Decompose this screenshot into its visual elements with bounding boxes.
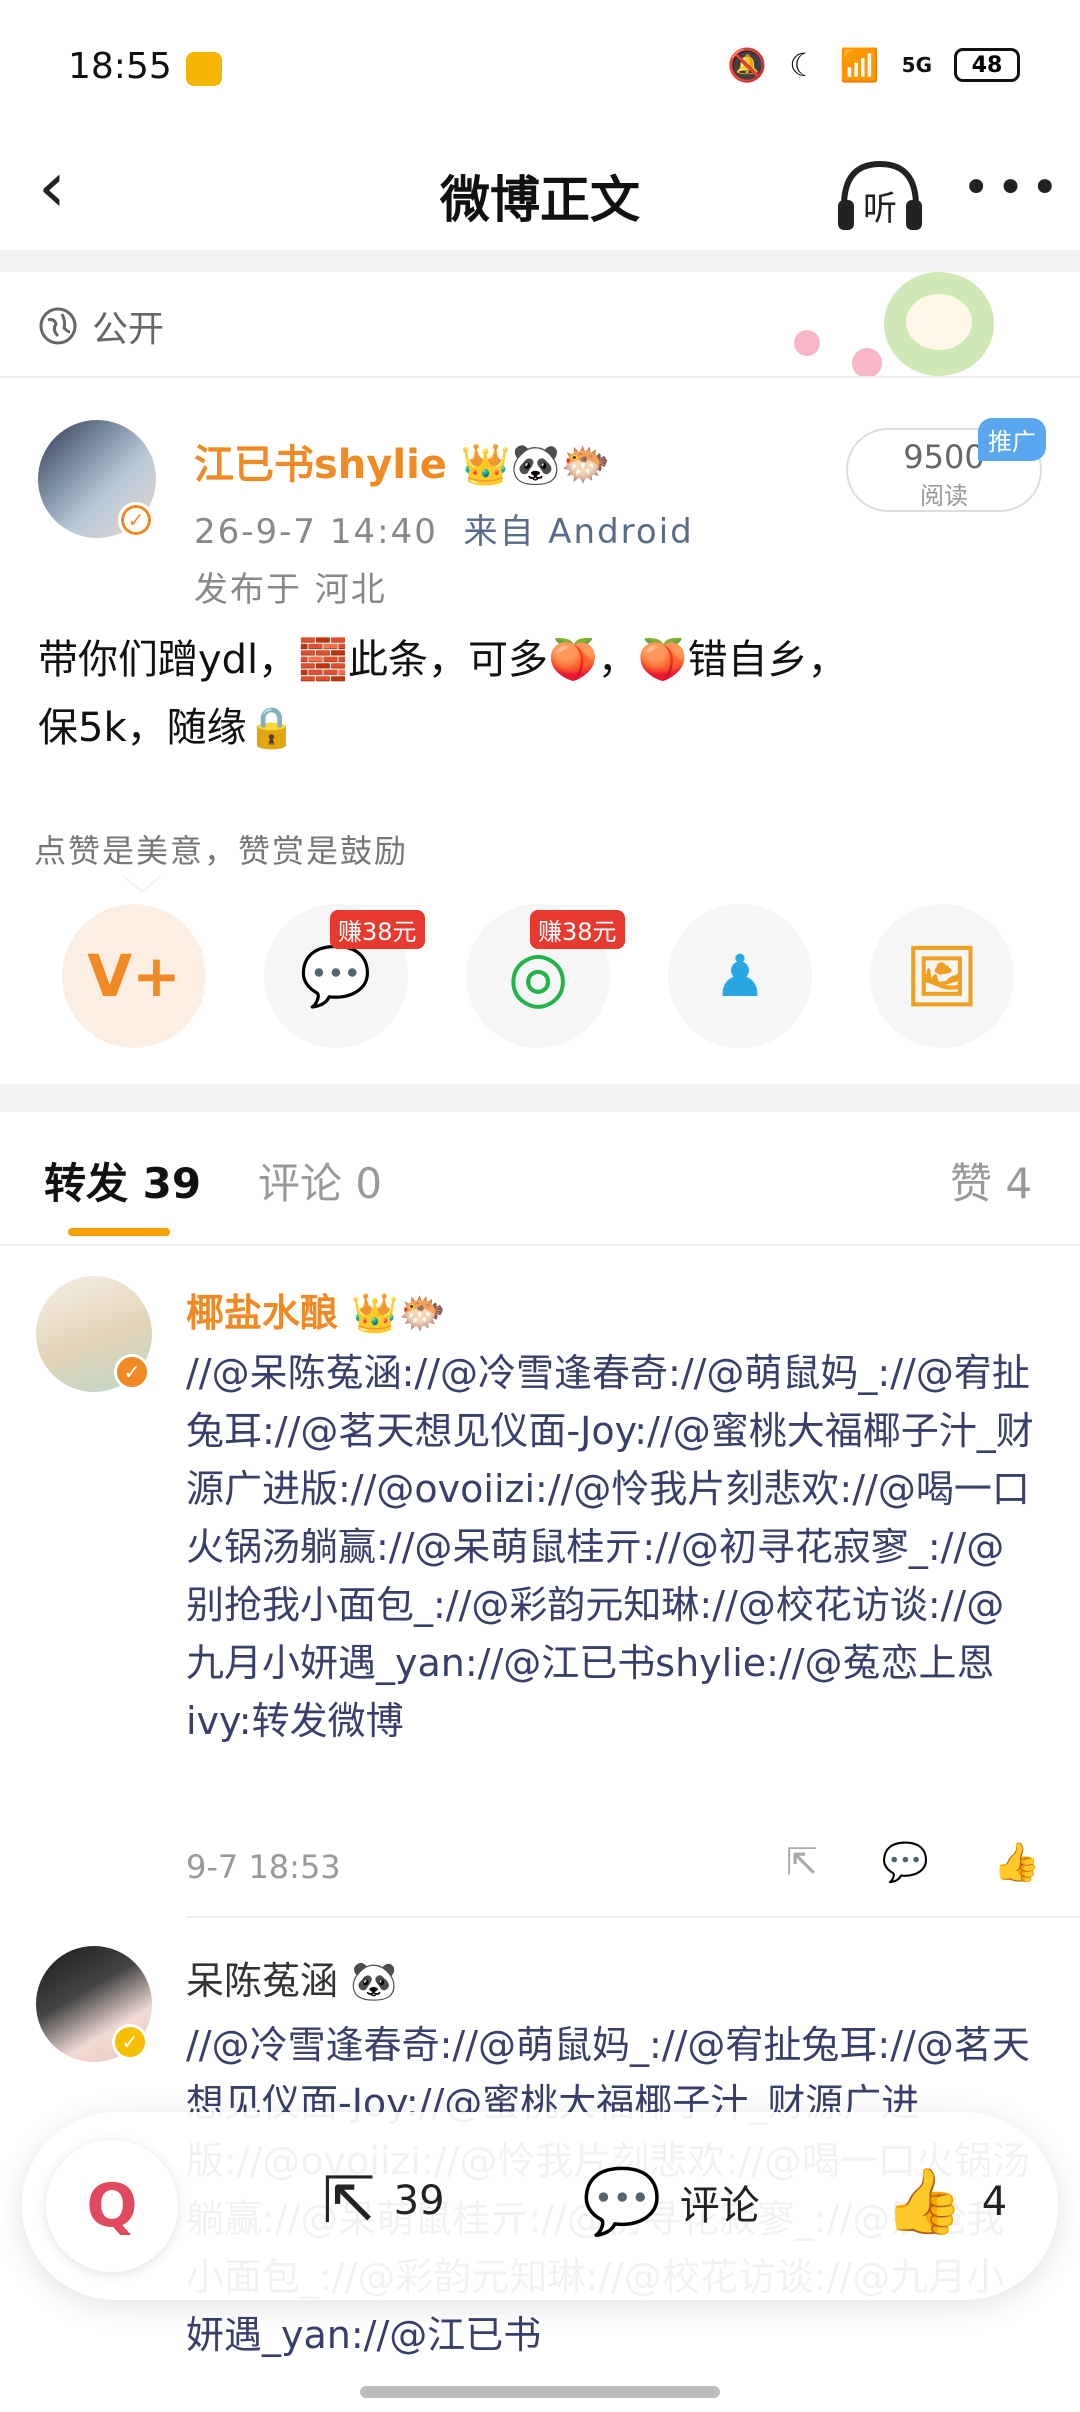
more-icon[interactable]: ••• bbox=[962, 160, 1065, 216]
reward-hint: 点赞是美意，赞赏是鼓励 bbox=[34, 832, 409, 870]
save-image-button[interactable]: 🖼 bbox=[870, 904, 1014, 1048]
user-badges: 🐼 bbox=[350, 1959, 398, 2003]
repost-text: //@呆陈菟涵://@冷雪逢春奇://@萌鼠妈_://@宥扯兔耳://@茗天想见… bbox=[186, 1351, 1034, 1743]
post-meta: 26-9-7 14:40 来自 Android bbox=[194, 504, 694, 553]
hint-pointer bbox=[122, 874, 162, 890]
mute-icon: 🔕 bbox=[727, 46, 768, 84]
qq-share-button[interactable]: ♟ bbox=[668, 904, 812, 1048]
repost-actions: ⇱ 💬 👍 bbox=[786, 1840, 1041, 1885]
status-bar: 18:55 🔕 ☾ 📶 5G 48 bbox=[0, 0, 1080, 130]
mascot-decoration bbox=[884, 272, 994, 376]
wifi-icon: 📶 bbox=[839, 46, 880, 84]
tab-like[interactable]: 赞 4 bbox=[950, 1150, 1032, 1211]
search-icon: Q bbox=[86, 2171, 138, 2241]
post-content: 带你们蹭ydl，🧱此条，可多🍑，🍑错自乡， 保5k，随缘🔒 bbox=[38, 626, 1038, 762]
verified-badge: ✓ bbox=[114, 1354, 150, 1390]
like-count: 4 bbox=[981, 2178, 1008, 2225]
earn-badge: 赚38元 bbox=[530, 910, 625, 949]
like-icon[interactable]: 👍 bbox=[993, 1840, 1040, 1885]
home-indicator bbox=[360, 2386, 720, 2398]
verified-badge: ✓ bbox=[118, 502, 154, 538]
repost-username[interactable]: 椰盐水酿 👑🐡 bbox=[186, 1282, 446, 1337]
like-icon: 👍 bbox=[884, 2165, 964, 2239]
visibility-row: 公开 bbox=[38, 300, 164, 352]
post-content-line: 带你们蹭ydl，🧱此条，可多🍑，🍑错自乡， bbox=[38, 637, 848, 683]
petal-decoration bbox=[852, 348, 882, 378]
comment-button[interactable]: 💬 评论 bbox=[582, 2164, 760, 2239]
reward-icon: V+ bbox=[87, 942, 181, 1010]
reads-label: 阅读 bbox=[920, 482, 968, 510]
section-gap bbox=[0, 250, 1080, 272]
post-content-line: 保5k，随缘🔒 bbox=[38, 705, 297, 751]
globe-icon bbox=[39, 307, 77, 345]
wechat-icon: 💬 bbox=[299, 941, 373, 1010]
status-time: 18:55 bbox=[68, 46, 172, 87]
comment-icon: 💬 bbox=[582, 2165, 662, 2239]
tab-repost[interactable]: 转发 39 bbox=[44, 1150, 201, 1211]
reward-button[interactable]: V+ bbox=[62, 904, 206, 1048]
divider bbox=[0, 376, 1080, 378]
post-time: 26-9-7 14:40 bbox=[194, 512, 438, 552]
network-label: 5G bbox=[901, 53, 932, 77]
petal-decoration bbox=[794, 330, 820, 356]
listen-label: 听 bbox=[863, 189, 897, 229]
like-button[interactable]: 👍 4 bbox=[884, 2164, 1007, 2239]
listen-button[interactable]: 听 bbox=[836, 158, 924, 236]
crown-badge-icon: 👑 bbox=[460, 442, 511, 488]
save-image-icon: 🖼 bbox=[905, 941, 979, 1010]
bottom-action-bar: Q ⇱ 39 💬 评论 👍 4 bbox=[22, 2112, 1058, 2300]
promo-badge[interactable]: 推广 bbox=[978, 418, 1046, 461]
author-name[interactable]: 江已书shylie 👑🐼🐡 bbox=[194, 432, 610, 490]
repost-button[interactable]: ⇱ 39 bbox=[322, 2164, 445, 2238]
post-location: 发布于 河北 bbox=[194, 570, 387, 610]
moon-icon: ☾ bbox=[789, 46, 818, 84]
repost-count: 39 bbox=[393, 2178, 445, 2224]
battery-icon: 48 bbox=[954, 48, 1020, 82]
earn-badge: 赚38元 bbox=[330, 910, 425, 949]
search-button[interactable]: Q bbox=[46, 2140, 178, 2272]
weibo-app-icon bbox=[186, 52, 222, 86]
divider bbox=[0, 1244, 1080, 1246]
share-icon[interactable]: ⇱ bbox=[786, 1840, 818, 1885]
repost-icon: ⇱ bbox=[322, 2164, 376, 2238]
divider bbox=[186, 1916, 1080, 1918]
comment-icon[interactable]: 💬 bbox=[882, 1840, 929, 1885]
status-icons: 🔕 ☾ 📶 5G 48 bbox=[727, 46, 1020, 84]
section-gap bbox=[0, 1084, 1080, 1112]
qq-icon: ♟ bbox=[714, 942, 766, 1010]
panda-badge-icon: 🐼 bbox=[510, 442, 561, 488]
tab-comment[interactable]: 评论 0 bbox=[258, 1150, 382, 1211]
repost-username[interactable]: 呆陈菟涵 🐼 bbox=[186, 1950, 397, 2005]
active-tab-indicator bbox=[68, 1228, 170, 1236]
visibility-label: 公开 bbox=[92, 309, 165, 350]
comment-label: 评论 bbox=[679, 2182, 760, 2229]
nav-bar: ‹ 微博正文 听 ••• bbox=[0, 130, 1080, 250]
fish-badge-icon: 🐡 bbox=[560, 442, 611, 488]
verified-badge: ✓ bbox=[112, 2024, 148, 2060]
repost-time: 9-7 18:53 bbox=[186, 1848, 341, 1886]
user-badges: 👑🐡 bbox=[351, 1291, 446, 1335]
post-source: 来自 Android bbox=[463, 512, 694, 552]
